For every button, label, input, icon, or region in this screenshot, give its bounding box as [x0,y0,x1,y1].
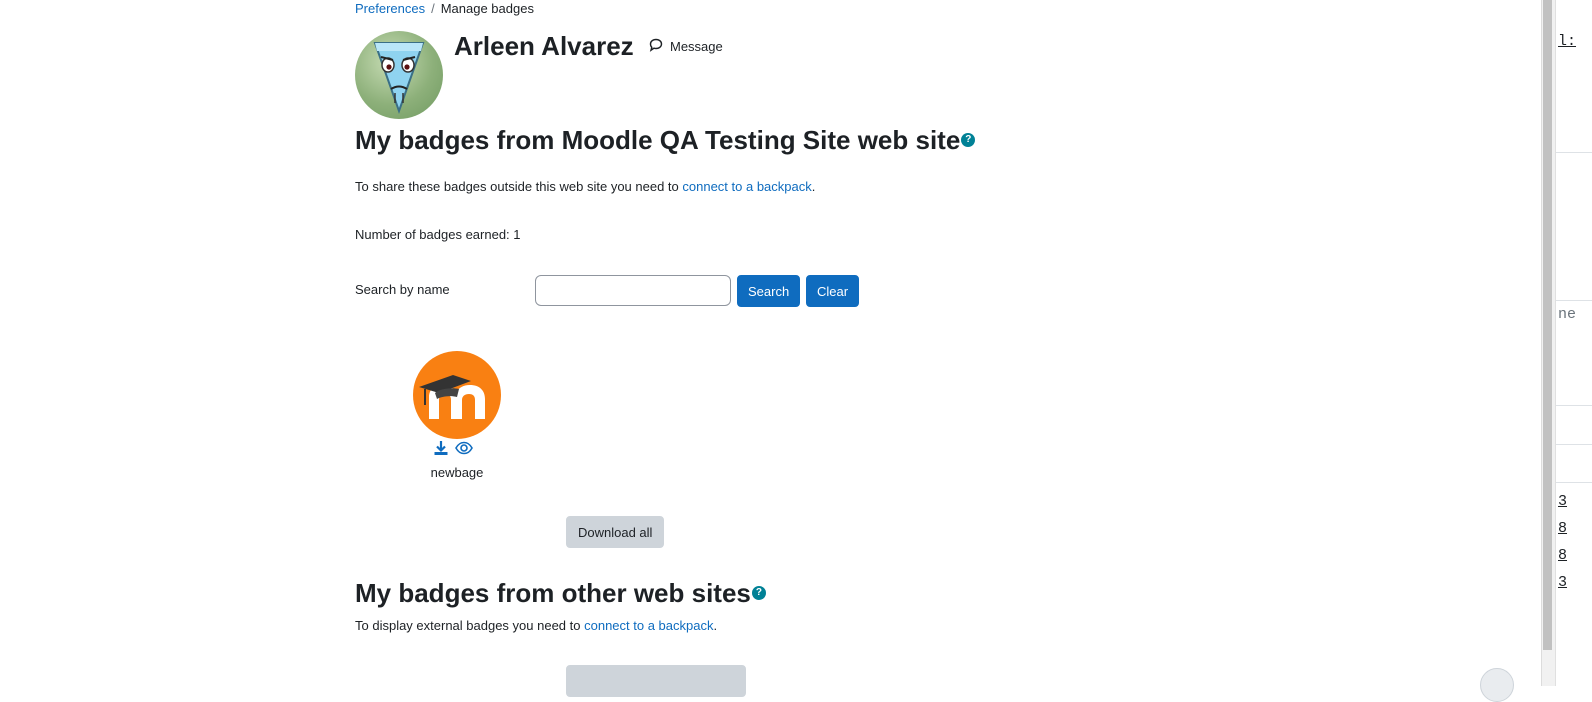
panel-divider [1556,482,1592,483]
backpack-share-text: To share these badges outside this web s… [355,179,815,195]
message-label: Message [670,39,723,54]
panel-divider [1556,152,1592,153]
breadcrumb: Preferences / Manage badges [355,1,534,17]
panel-fragment[interactable]: l: [1558,33,1576,50]
user-fullname: Arleen Alvarez [454,31,634,61]
panel-divider [1556,444,1592,445]
panel-fragment[interactable]: 8 [1558,520,1567,537]
external-text-prefix: To display external badges you need to [355,618,585,633]
connect-backpack-link[interactable]: connect to a backpack [682,179,811,194]
badge-name[interactable]: newbage [413,465,501,480]
search-button[interactable]: Search [737,275,801,307]
floating-round-button[interactable] [1480,668,1514,702]
user-avatar[interactable] [355,31,443,119]
external-text-suffix: . [713,618,718,633]
moodle-logo-icon [419,375,485,419]
local-badges-heading: My badges from Moodle QA Testing Site we… [355,125,976,155]
message-button[interactable]: Message [649,38,723,55]
panel-divider [1556,300,1592,301]
panel-fragment[interactable]: 8 [1558,547,1567,564]
badge-image[interactable] [413,351,501,439]
download-icon[interactable] [433,440,449,456]
partial-button[interactable] [566,665,746,697]
scrollbar-thumb[interactable] [1543,0,1552,650]
external-badges-heading: My badges from other web sites? [355,578,766,608]
help-icon[interactable]: ? [751,586,766,600]
clear-button[interactable]: Clear [806,275,860,307]
help-icon[interactable]: ? [961,133,976,147]
message-icon [649,38,663,55]
breadcrumb-separator: / [431,1,435,16]
breadcrumb-preferences-link[interactable]: Preferences [355,1,425,16]
external-badges-text: To display external badges you need to c… [355,618,717,634]
breadcrumb-current: Manage badges [440,1,534,16]
panel-divider [1556,405,1592,406]
panel-fragment[interactable]: 3 [1558,493,1567,510]
search-input[interactable] [535,275,731,306]
connect-backpack-link[interactable]: connect to a backpack [584,618,713,633]
badges-count-text: Number of badges earned: 1 [355,227,521,242]
right-side-panel: l: ne 3 8 8 3 [1555,0,1592,686]
share-text-suffix: . [811,179,816,194]
external-badges-title: My badges from other web sites [355,578,751,608]
search-label: Search by name [355,282,450,297]
download-all-button[interactable]: Download all [566,516,665,548]
badge-actions [433,440,473,456]
panel-fragment[interactable]: 3 [1558,574,1567,591]
share-text-prefix: To share these badges outside this web s… [355,179,683,194]
badge-item[interactable] [413,351,501,439]
view-icon[interactable] [455,440,473,456]
avatar-face-icon [373,42,425,115]
panel-fragment: ne [1558,306,1577,323]
local-badges-title: My badges from Moodle QA Testing Site we… [355,125,961,155]
